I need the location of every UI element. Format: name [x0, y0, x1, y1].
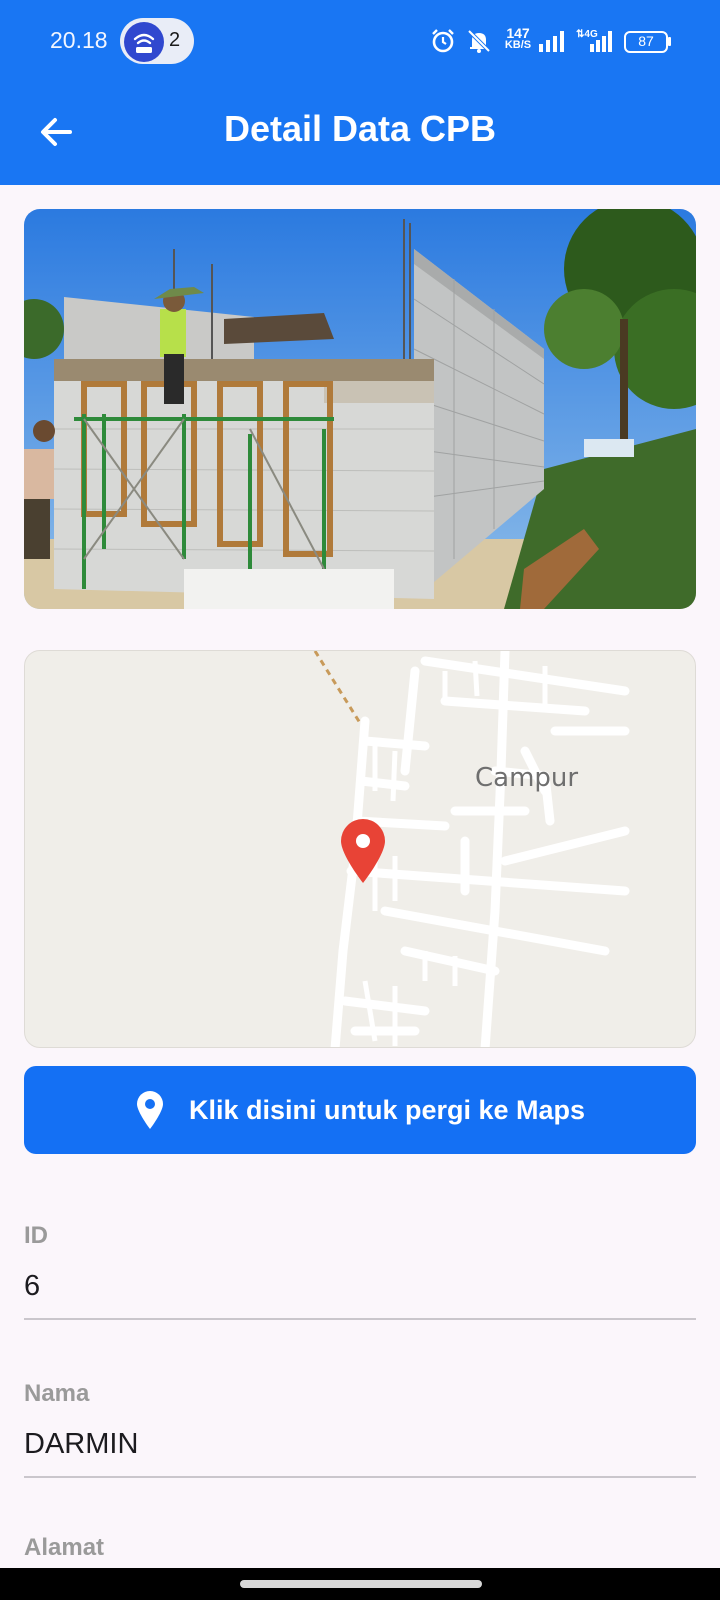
house-construction-photo [24, 209, 696, 609]
field-nama: Nama DARMIN [24, 1380, 696, 1480]
status-bar: 20.18 2 147 KB/S ⇅4G 87 [0, 0, 720, 84]
field-divider [24, 1318, 696, 1320]
field-id: ID 6 [24, 1222, 696, 1322]
bell-off-icon [467, 29, 491, 53]
svg-text:⇅4G: ⇅4G [576, 29, 598, 40]
signal-icon [539, 31, 564, 52]
field-id-label: ID [24, 1222, 48, 1249]
home-gesture-handle[interactable] [240, 1580, 482, 1588]
hotspot-icon [124, 22, 164, 62]
open-maps-button[interactable]: Klik disini untuk pergi ke Maps [24, 1066, 696, 1154]
open-maps-label: Klik disini untuk pergi ke Maps [188, 1094, 586, 1125]
battery-level: 87 [638, 33, 654, 49]
field-nama-label: Nama [24, 1380, 90, 1407]
net-speed: 147 KB/S [504, 25, 532, 51]
field-divider [24, 1476, 696, 1478]
location-map[interactable]: Campur [24, 650, 696, 1048]
alarm-icon [432, 29, 454, 53]
status-time: 20.18 [50, 27, 108, 53]
system-nav-bar [0, 1568, 720, 1600]
hotspot-count: 2 [169, 29, 181, 51]
field-nama-value: DARMIN [24, 1428, 139, 1460]
battery-cap [668, 37, 671, 46]
signal-4g-icon: ⇅4G [576, 29, 612, 52]
map-place-label: Campur [475, 763, 579, 793]
field-alamat-label: Alamat [24, 1534, 105, 1561]
location-pin-icon [136, 1091, 163, 1129]
field-id-value: 6 [24, 1270, 41, 1302]
map-pin-icon[interactable] [337, 817, 389, 885]
field-alamat: Alamat [24, 1534, 696, 1568]
page-title: Detail Data CPB [223, 108, 497, 149]
house-photo[interactable] [24, 209, 696, 609]
app-header: 20.18 2 147 KB/S ⇅4G 87 Detail Data CPB [0, 0, 720, 185]
